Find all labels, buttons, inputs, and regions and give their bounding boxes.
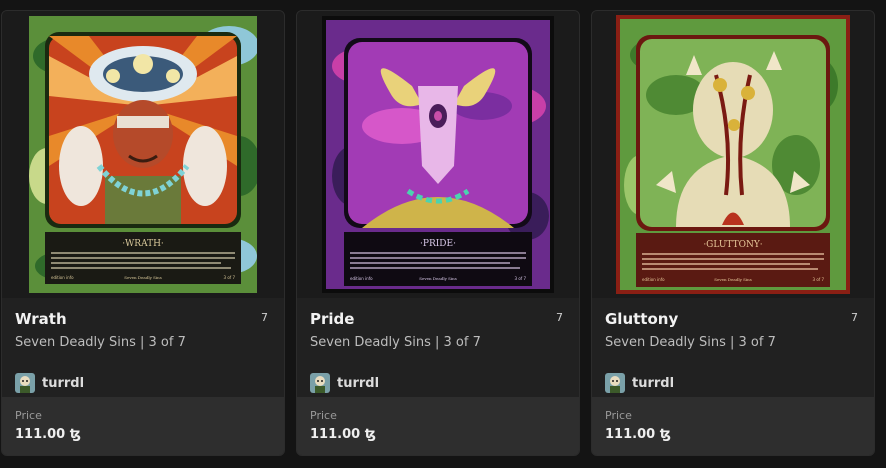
edition-count: 7 (556, 311, 563, 324)
edition-count: 7 (851, 311, 858, 324)
collection-subtitle: Seven Deadly Sins | 3 of 7 (310, 335, 481, 350)
nft-card-gluttony[interactable]: ·GLUTTONY· edition info Seven Deadly Sin… (591, 10, 875, 456)
artwork-frame[interactable]: ·PRIDE· edition info Seven Deadly Sins 3… (297, 11, 579, 298)
card-title[interactable]: Pride (310, 310, 354, 328)
price-label: Price (15, 409, 42, 422)
price-value: 111.00 ꜩ (310, 427, 376, 442)
creator[interactable]: turrdl (15, 373, 84, 393)
art-footer-right: 3 of 7 (224, 275, 236, 280)
artwork-image-wrath: ·WRATH· edition info Seven Deadly Sins 3… (29, 16, 257, 293)
art-panel-title: ·WRATH· (122, 239, 164, 249)
avatar (605, 373, 625, 393)
artwork-frame[interactable]: ·GLUTTONY· edition info Seven Deadly Sin… (592, 11, 874, 298)
card-title[interactable]: Wrath (15, 310, 67, 328)
price-box: Price 111.00 ꜩ (297, 397, 579, 455)
nft-card-wrath[interactable]: ·WRATH· edition info Seven Deadly Sins 3… (1, 10, 285, 456)
price-label: Price (310, 409, 337, 422)
price-box: Price 111.00 ꜩ (592, 397, 874, 455)
art-footer-center: Seven Deadly Sins (714, 277, 752, 282)
art-footer-right: 3 of 7 (515, 276, 527, 281)
art-footer-center: Seven Deadly Sins (124, 275, 162, 280)
price-box: Price 111.00 ꜩ (2, 397, 284, 455)
price-value: 111.00 ꜩ (15, 427, 81, 442)
art-footer-left: edition info (642, 277, 665, 282)
creator-name[interactable]: turrdl (632, 376, 674, 391)
price-label: Price (605, 409, 632, 422)
art-panel-title: ·PRIDE· (420, 239, 456, 249)
card-info: Gluttony 7 Seven Deadly Sins | 3 of 7 tu… (592, 298, 874, 399)
nft-card-pride[interactable]: ·PRIDE· edition info Seven Deadly Sins 3… (296, 10, 580, 456)
edition-count: 7 (261, 311, 268, 324)
artwork-image-gluttony: ·GLUTTONY· edition info Seven Deadly Sin… (616, 15, 850, 294)
creator[interactable]: turrdl (310, 373, 379, 393)
creator-name[interactable]: turrdl (337, 376, 379, 391)
art-footer-left: edition info (51, 275, 74, 280)
creator-name[interactable]: turrdl (42, 376, 84, 391)
art-footer-right: 3 of 7 (813, 277, 825, 282)
artwork-image-pride: ·PRIDE· edition info Seven Deadly Sins 3… (322, 16, 554, 293)
creator[interactable]: turrdl (605, 373, 674, 393)
art-footer-left: edition info (350, 276, 373, 281)
art-panel-title: ·GLUTTONY· (703, 240, 762, 250)
art-footer-center: Seven Deadly Sins (419, 276, 457, 281)
card-info: Wrath 7 Seven Deadly Sins | 3 of 7 turrd… (2, 298, 284, 399)
card-title[interactable]: Gluttony (605, 310, 678, 328)
avatar (15, 373, 35, 393)
card-info: Pride 7 Seven Deadly Sins | 3 of 7 turrd… (297, 298, 579, 399)
avatar (310, 373, 330, 393)
price-value: 111.00 ꜩ (605, 427, 671, 442)
artwork-frame[interactable]: ·WRATH· edition info Seven Deadly Sins 3… (2, 11, 284, 298)
collection-subtitle: Seven Deadly Sins | 3 of 7 (605, 335, 776, 350)
collection-subtitle: Seven Deadly Sins | 3 of 7 (15, 335, 186, 350)
